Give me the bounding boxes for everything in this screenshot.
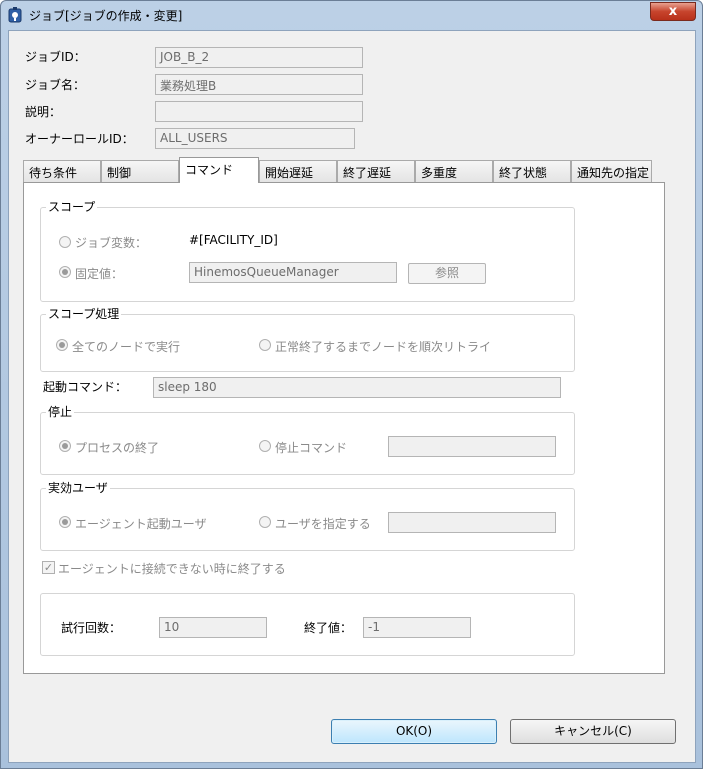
job-variable-value: #[FACILITY_ID] [189,233,278,247]
fixed-value-label: 固定値： [75,267,124,281]
all-nodes-radio[interactable] [56,339,68,351]
retry-count-field[interactable]: 10 [159,617,267,638]
agent-user-label: エージェント起動ユーザ [75,517,207,531]
tab-control[interactable]: 制御 [101,160,179,182]
end-value-label: 終了値： [304,621,353,635]
tab-notification[interactable]: 通知先の指定 [571,160,652,182]
job-variable-label: ジョブ変数： [75,236,148,250]
stop-group-title: 停止 [46,403,75,420]
description-label: 説明： [25,105,62,119]
close-button[interactable]: x [650,2,696,21]
description-field[interactable] [155,101,363,122]
job-variable-radio[interactable] [59,236,71,248]
dialog-client: ジョブID： JOB_B_2 ジョブ名： 業務処理B 説明： オーナーロールID… [8,30,696,763]
tab-end-delay[interactable]: 終了遅延 [337,160,415,182]
command-tab-panel: スコープ ジョブ変数： #[FACILITY_ID] 固定値： HinemosQ… [23,182,665,674]
start-command-label: 起動コマンド： [43,380,128,394]
tab-multiplicity[interactable]: 多重度 [415,160,493,182]
effective-user-title: 実効ユーザ [46,479,110,496]
process-end-label: プロセスの終了 [75,441,160,455]
specify-user-field[interactable] [388,512,556,533]
specify-user-radio[interactable] [259,516,271,528]
tab-command[interactable]: コマンド [179,157,259,183]
job-id-field[interactable]: JOB_B_2 [155,47,363,68]
retry-nodes-radio[interactable] [259,339,271,351]
job-name-field[interactable]: 業務処理B [155,74,363,95]
tab-wait-condition[interactable]: 待ち条件 [23,160,101,182]
scope-group-title: スコープ [46,198,98,215]
scope-group [40,207,575,302]
stop-command-field[interactable] [388,436,556,457]
browse-button[interactable]: 参照 [408,263,486,284]
window-title: ジョブ[ジョブの作成・変更] [29,9,183,23]
end-value-field[interactable]: -1 [363,617,471,638]
dialog-window: ジョブ[ジョブの作成・変更] x ジョブID： JOB_B_2 ジョブ名： 業務… [0,0,703,769]
fixed-value-field[interactable]: HinemosQueueManager [189,262,397,283]
owner-role-field[interactable]: ALL_USERS [155,128,355,149]
retry-nodes-label: 正常終了するまでノードを順次リトライ [275,340,492,354]
fixed-value-radio[interactable] [59,266,71,278]
job-id-label: ジョブID： [25,50,86,64]
title-bar: ジョブ[ジョブの作成・変更] x [1,1,702,29]
retry-count-label: 試行回数： [61,621,122,635]
agent-fail-checkbox[interactable]: ✓ [42,561,55,574]
specify-user-label: ユーザを指定する [275,517,371,531]
stop-command-label: 停止コマンド [275,441,348,455]
all-nodes-label: 全てのノードで実行 [72,340,181,354]
agent-user-radio[interactable] [59,516,71,528]
owner-role-label: オーナーロールID： [25,132,134,146]
agent-fail-label: エージェントに接続できない時に終了する [58,562,286,576]
tab-end-status[interactable]: 終了状態 [493,160,571,182]
process-end-radio[interactable] [59,440,71,452]
tab-start-delay[interactable]: 開始遅延 [259,160,337,182]
job-app-icon [8,7,22,23]
start-command-field[interactable]: sleep 180 [153,377,561,398]
stop-command-radio[interactable] [259,440,271,452]
scope-processing-title: スコープ処理 [46,305,122,322]
ok-button[interactable]: OK(O) [331,719,497,744]
job-name-label: ジョブ名： [25,78,86,92]
cancel-button[interactable]: キャンセル(C) [510,719,676,744]
